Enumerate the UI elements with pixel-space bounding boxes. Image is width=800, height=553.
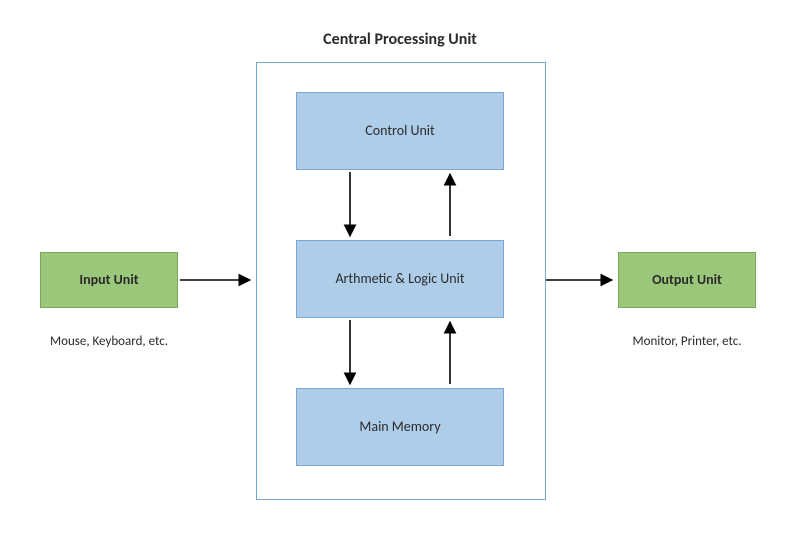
control-unit-box: Control Unit	[296, 92, 504, 170]
diagram-title: Central Processing Unit	[260, 30, 540, 49]
output-unit-caption: Monitor, Printer, etc.	[612, 334, 762, 349]
input-unit-box: Input Unit	[40, 252, 178, 308]
output-unit-box: Output Unit	[618, 252, 756, 308]
main-memory-box: Main Memory	[296, 388, 504, 466]
input-unit-caption: Mouse, Keyboard, etc.	[34, 334, 184, 349]
alu-box: Arthmetic & Logic Unit	[296, 240, 504, 318]
